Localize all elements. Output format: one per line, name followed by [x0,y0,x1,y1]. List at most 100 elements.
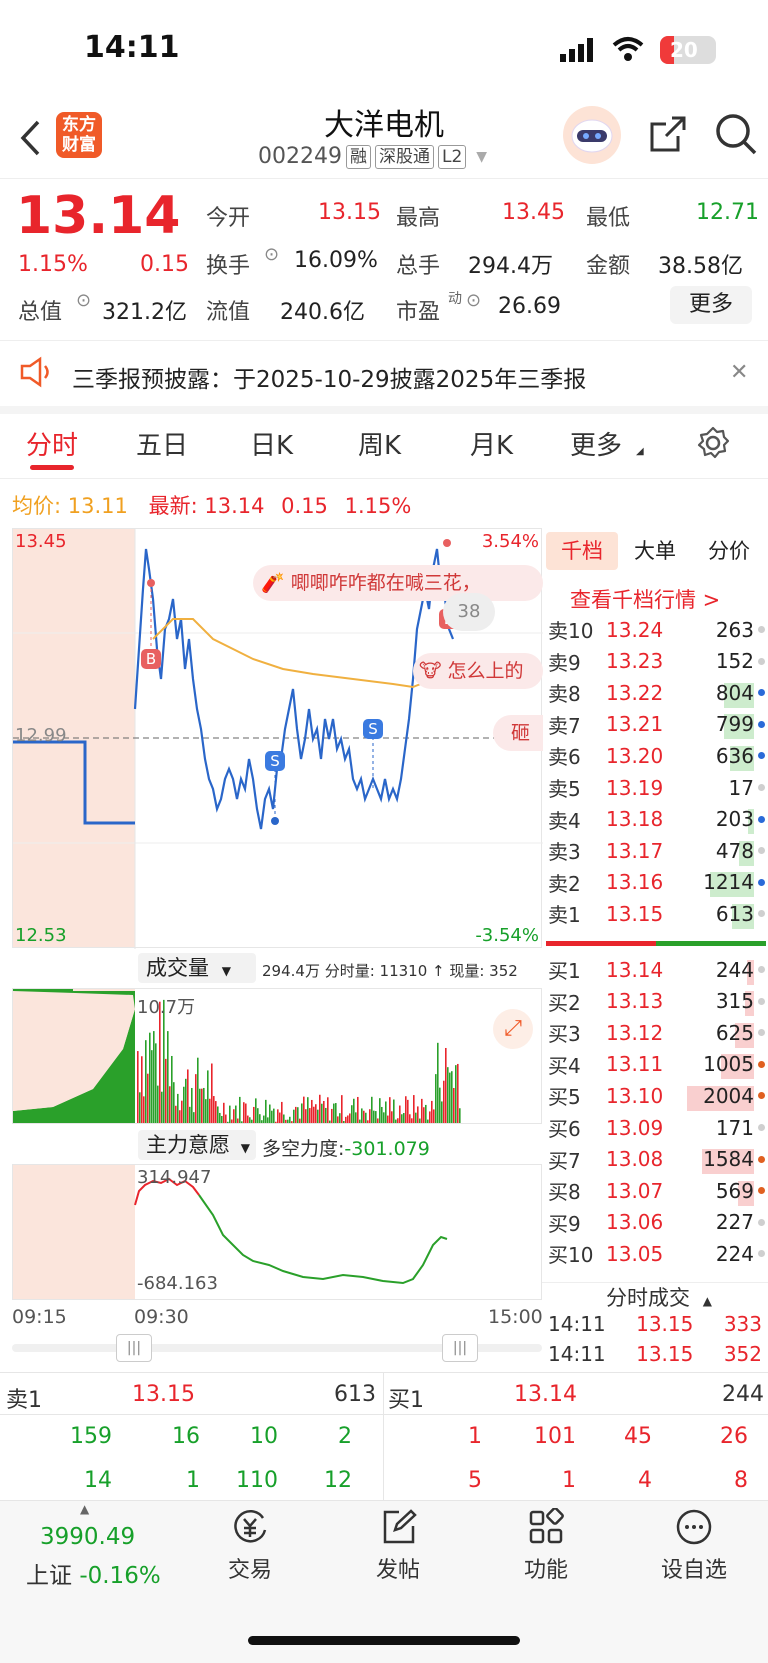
tag-margin: 融 [345,144,371,169]
orderbook-row[interactable]: 买4 13.11 1005 [548,1049,766,1080]
volume-bar [141,1056,143,1123]
tab-orderbook-1000[interactable]: 千档 [546,532,618,570]
orderbook-volume: 613 [680,902,754,929]
stock-subtitle[interactable]: 002249 融 深股通 L2 ▼ [258,144,487,169]
volume-bar [255,1098,257,1123]
orderbook-price: 13.14 [606,957,664,982]
tab-more[interactable]: 更多 [570,425,622,462]
volume-bar [233,1109,235,1123]
orderbook-volume: 224 [680,1242,754,1266]
volume-bar [237,1118,239,1123]
orderbook-price: 13.19 [606,775,664,800]
orderbook-row[interactable]: 卖3 13.17 478 [548,835,766,866]
tab-monthly-k[interactable]: 月K [470,425,513,462]
tab-intraday[interactable]: 分时 [26,425,78,462]
nav-functions-label: 功能 [523,1558,568,1583]
orderbook-volume: 263 [680,618,754,642]
orderbook-row[interactable]: 卖1 13.15 613 [548,898,766,929]
sell-marker[interactable]: S [265,751,285,771]
level-volume: 10 [250,1424,278,1449]
volume-bar [359,1119,361,1123]
volume-bar [453,1088,455,1123]
tab-weekly-k[interactable]: 周K [358,425,401,462]
volume-selector[interactable]: 成交量 ▼ [138,953,256,983]
tab-orderbook-large[interactable]: 大单 [618,532,692,570]
volume-bar [291,1121,293,1123]
volume-bar [193,1112,195,1123]
orderbook-row[interactable]: 卖4 13.18 203 [548,804,766,835]
orderbook-row[interactable]: 卖2 13.16 1214 [548,867,766,898]
orderbook-row[interactable]: 卖7 13.21 799 [548,709,766,740]
nav-post[interactable]: 发帖 [348,1508,448,1584]
comment-bubble[interactable]: 砸 [493,715,543,751]
nav-functions[interactable]: 功能 [496,1508,596,1584]
info-icon[interactable]: ⊙ [466,290,481,311]
orderbook-row[interactable]: 卖9 13.23 152 [548,646,766,677]
orderbook-row[interactable]: 买3 13.12 625 [548,1017,766,1048]
info-icon[interactable]: ⊙ [264,244,279,265]
volume-bar [395,1119,397,1123]
time-label-start: 09:30 [134,1306,189,1328]
speaker-icon [18,356,54,392]
notice-text[interactable]: 三季报预披露：于2025-10-29披露2025年三季报 [72,360,586,394]
volume-bar [315,1104,317,1123]
volume-bar [183,1086,185,1123]
orderbook-volume-value: 227 [715,1210,754,1235]
volume-bar [143,1096,145,1123]
gear-icon[interactable] [696,426,730,464]
volume-bar [257,1108,259,1123]
comment-count-badge[interactable]: 38 [443,593,495,631]
buy-marker[interactable]: B [141,649,161,669]
orderbook-row[interactable]: 买5 13.10 2004 [548,1080,766,1111]
tick-row: 14:11 13.15 352 [548,1342,762,1366]
orderbook-row[interactable]: 买6 13.09 171 [548,1112,766,1143]
orderbook-level-label: 卖2 [548,871,581,896]
orderbook-row[interactable]: 买1 13.14 244 [548,954,766,985]
orderbook-row[interactable]: 卖8 13.22 804 [548,677,766,708]
nav-watchlist-settings[interactable]: 设自选 [644,1508,744,1584]
nav-trade[interactable]: 交易 [200,1508,300,1584]
orderbook-row[interactable]: 卖5 13.19 17 [548,772,766,803]
orderbook-row[interactable]: 卖6 13.20 636 [548,740,766,771]
orderbook-row[interactable]: 买2 13.13 315 [548,986,766,1017]
range-handle-right[interactable]: ||| [442,1334,478,1362]
comment-bubble[interactable]: 🧨 唧唧咋咋都在喊三花， [253,565,543,601]
close-icon[interactable]: ✕ [730,360,748,385]
volume-bar [409,1114,411,1123]
volume-chart[interactable]: 10.7万 ⤢ [12,988,542,1124]
orderbook-row[interactable]: 买8 13.07 569 [548,1175,766,1206]
level-volume: 101 [534,1424,576,1449]
share-icon[interactable] [648,114,688,158]
cow-avatar-icon: 🐮 [419,660,442,682]
home-indicator [248,1636,520,1645]
info-icon[interactable]: ⊙ [76,290,91,311]
force-selector[interactable]: 主力意愿 ▼ [138,1130,256,1160]
orderbook-row[interactable]: 买10 13.05 224 [548,1238,766,1269]
orderbook-price: 13.17 [606,838,664,863]
orderbook-row[interactable]: 卖10 13.24 263 [548,614,766,645]
index-value[interactable]: 3990.49 [40,1524,135,1550]
sell-marker[interactable]: S [363,719,383,739]
volume-bar [231,1119,233,1123]
tab-daily-k[interactable]: 日K [250,425,293,462]
view-orderbook-link[interactable]: 查看千档行情 > [570,584,720,614]
comment-bubble[interactable]: 🐮 怎么上的 [413,653,543,689]
tab-5day[interactable]: 五日 [136,425,188,462]
index-quote[interactable]: 上证 -0.16% [26,1556,161,1590]
volume-bar [387,1115,389,1123]
chevron-up-icon[interactable]: ▲ [80,1502,89,1516]
orderbook-row[interactable]: 买7 13.08 1584 [548,1144,766,1175]
intraday-chart[interactable]: 13.45 12.53 12.99 3.54% -3.54% B B S S 🧨… [12,528,543,949]
orderbook-level-label: 买9 [548,1211,581,1236]
volume-bar [445,1047,447,1123]
expand-icon[interactable]: ⤢ [493,1009,533,1049]
orderbook-row[interactable]: 买9 13.06 227 [548,1207,766,1238]
orderbook-volume: 625 [680,1021,754,1048]
range-handle-left[interactable]: ||| [116,1334,152,1362]
more-button[interactable]: 更多 [670,286,752,324]
search-icon[interactable] [714,112,758,160]
robot-avatar-icon[interactable] [563,106,621,164]
force-chart[interactable]: 314.947 -684.163 [12,1164,542,1300]
tab-orderbook-price[interactable]: 分价 [692,532,766,570]
ticks-title[interactable]: 分时成交 ▲ [606,1282,712,1312]
